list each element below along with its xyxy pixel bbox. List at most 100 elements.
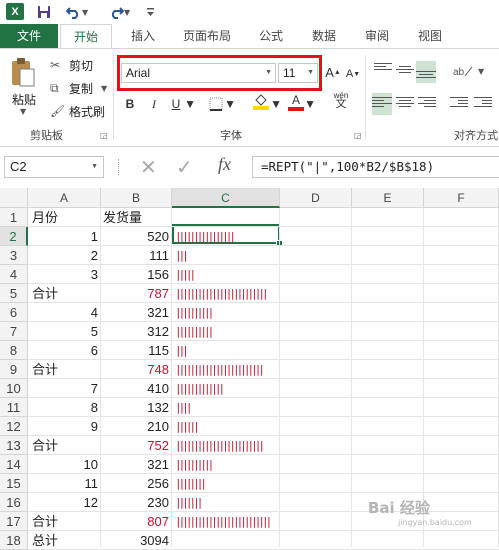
grow-font-button[interactable]: A ▲ (325, 63, 341, 81)
undo-dropdown-icon[interactable]: ▼ (82, 8, 88, 17)
bottom-align-icon[interactable] (416, 61, 436, 83)
row-header-1[interactable]: 1 (0, 208, 28, 227)
tab-view[interactable]: 视图 (413, 24, 447, 48)
column-header-f[interactable]: F (424, 188, 499, 208)
cell-c12-bar[interactable]: |||||| (172, 417, 283, 436)
cell-b17[interactable]: 807 (101, 512, 172, 531)
cell-c14-bar[interactable]: |||||||||| (172, 455, 283, 474)
borders-dropdown-icon[interactable]: ▼ (224, 95, 236, 113)
row-header-16[interactable]: 16 (0, 493, 28, 512)
cell-b12[interactable]: 210 (101, 417, 172, 436)
cell-b2[interactable]: 520 (101, 227, 172, 246)
cell-c6-bar[interactable]: |||||||||| (172, 303, 283, 322)
shrink-font-button[interactable]: A ▼ (346, 65, 360, 83)
fill-color-dropdown-icon[interactable]: ▼ (270, 95, 282, 113)
row-header-6[interactable]: 6 (0, 303, 28, 322)
cell-a12[interactable]: 9 (28, 417, 101, 436)
underline-dropdown-icon[interactable]: ▼ (184, 95, 196, 113)
save-icon[interactable] (37, 3, 51, 21)
spreadsheet-grid[interactable]: A B C D E F 1 月份 发货量 2 1 520 |||||||||||||||| 3 2 111 ||… (0, 188, 499, 550)
borders-button[interactable] (208, 95, 224, 113)
cell-a2[interactable]: 1 (28, 227, 101, 246)
cell-c5-bar[interactable]: ||||||||||||||||||||||||| (172, 284, 283, 303)
cell-b15[interactable]: 256 (101, 474, 172, 493)
cell-b3[interactable]: 111 (101, 246, 172, 265)
column-header-e[interactable]: E (352, 188, 424, 208)
cell-b11[interactable]: 132 (101, 398, 172, 417)
row-header-11[interactable]: 11 (0, 398, 28, 417)
undo-icon[interactable]: ▼ (66, 3, 88, 21)
cell-a16[interactable]: 12 (28, 493, 101, 512)
fill-color-button[interactable] (252, 93, 270, 111)
cell-b18[interactable]: 3094 (101, 531, 172, 550)
tab-formulas[interactable]: 公式 (254, 24, 288, 48)
row-header-14[interactable]: 14 (0, 455, 28, 474)
cut-button[interactable]: ✂ 剪切 (50, 55, 93, 75)
cell-a6[interactable]: 4 (28, 303, 101, 322)
formula-input[interactable]: =REPT("|",100*B2/$B$18) (252, 156, 499, 178)
font-color-button[interactable]: A (288, 93, 304, 111)
cell-b10[interactable]: 410 (101, 379, 172, 398)
row-header-15[interactable]: 15 (0, 474, 28, 493)
cell-b16[interactable]: 230 (101, 493, 172, 512)
row-header-2[interactable]: 2 (0, 227, 28, 246)
row-header-5[interactable]: 5 (0, 284, 28, 303)
align-left-icon[interactable] (372, 93, 392, 115)
column-header-b[interactable]: B (101, 188, 172, 208)
cell-c2-bar[interactable]: |||||||||||||||| (172, 227, 283, 246)
cell-c3-bar[interactable]: ||| (172, 246, 283, 265)
tab-review[interactable]: 审阅 (360, 24, 394, 48)
decrease-indent-icon[interactable] (450, 95, 468, 111)
cell-c15-bar[interactable]: |||||||| (172, 474, 283, 493)
tab-home[interactable]: 开始 (60, 24, 112, 48)
tab-file[interactable]: 文件 (0, 24, 58, 48)
font-color-dropdown-icon[interactable]: ▼ (304, 95, 316, 113)
cell-b4[interactable]: 156 (101, 265, 172, 284)
row-header-3[interactable]: 3 (0, 246, 28, 265)
cell-c16-bar[interactable]: ||||||| (172, 493, 283, 512)
cell-c11-bar[interactable]: |||| (172, 398, 283, 417)
tab-insert[interactable]: 插入 (126, 24, 160, 48)
align-right-icon[interactable] (418, 95, 436, 111)
cell-c10-bar[interactable]: ||||||||||||| (172, 379, 283, 398)
column-header-a[interactable]: A (28, 188, 101, 208)
copy-button[interactable]: ⧉ 复制 ▼ (50, 78, 107, 98)
cell-c17-bar[interactable]: |||||||||||||||||||||||||| (172, 512, 283, 531)
copy-dropdown-icon[interactable]: ▼ (101, 84, 107, 93)
cell-b5[interactable]: 787 (101, 284, 172, 303)
row-header-17[interactable]: 17 (0, 512, 28, 531)
insert-function-icon[interactable]: fx (218, 154, 231, 175)
cell-b14[interactable]: 321 (101, 455, 172, 474)
row-header-10[interactable]: 10 (0, 379, 28, 398)
customize-quick-access-icon[interactable] (146, 3, 155, 21)
row-header-18[interactable]: 18 (0, 531, 28, 550)
column-header-c[interactable]: C (172, 188, 280, 208)
cell-a4[interactable]: 3 (28, 265, 101, 284)
clipboard-launcher-icon[interactable]: ◲ (100, 131, 108, 140)
cell-a11[interactable]: 8 (28, 398, 101, 417)
orientation-dropdown-icon[interactable]: ▼ (478, 67, 484, 76)
cell-c13-bar[interactable]: |||||||||||||||||||||||| (172, 436, 283, 455)
cell-c8-bar[interactable]: ||| (172, 341, 283, 360)
cell-a3[interactable]: 2 (28, 246, 101, 265)
bold-button[interactable]: B (122, 95, 138, 113)
row-header-4[interactable]: 4 (0, 265, 28, 284)
name-box-dropdown-icon[interactable]: ▼ (91, 157, 98, 177)
cell-b13[interactable]: 752 (101, 436, 172, 455)
name-box[interactable]: C2 ▼ (4, 156, 104, 178)
cell-a10[interactable]: 7 (28, 379, 101, 398)
italic-button[interactable]: I (146, 95, 162, 113)
cell-b6[interactable]: 321 (101, 303, 172, 322)
cell-c4-bar[interactable]: ||||| (172, 265, 283, 284)
cell-b9[interactable]: 748 (101, 360, 172, 379)
redo-dropdown-icon[interactable]: ▼ (124, 8, 130, 17)
enter-icon[interactable]: ✓ (176, 155, 193, 179)
middle-align-icon[interactable] (396, 64, 414, 80)
cell-b1[interactable]: 发货量 (103, 208, 194, 227)
cell-c7-bar[interactable]: |||||||||| (172, 322, 283, 341)
paste-dropdown-icon[interactable]: ▼ (20, 107, 26, 116)
underline-button[interactable]: U (168, 95, 184, 113)
cell-c9-bar[interactable]: |||||||||||||||||||||||| (172, 360, 283, 379)
tab-page-layout[interactable]: 页面布局 (178, 24, 236, 48)
redo-icon[interactable]: ▼ (108, 3, 130, 21)
